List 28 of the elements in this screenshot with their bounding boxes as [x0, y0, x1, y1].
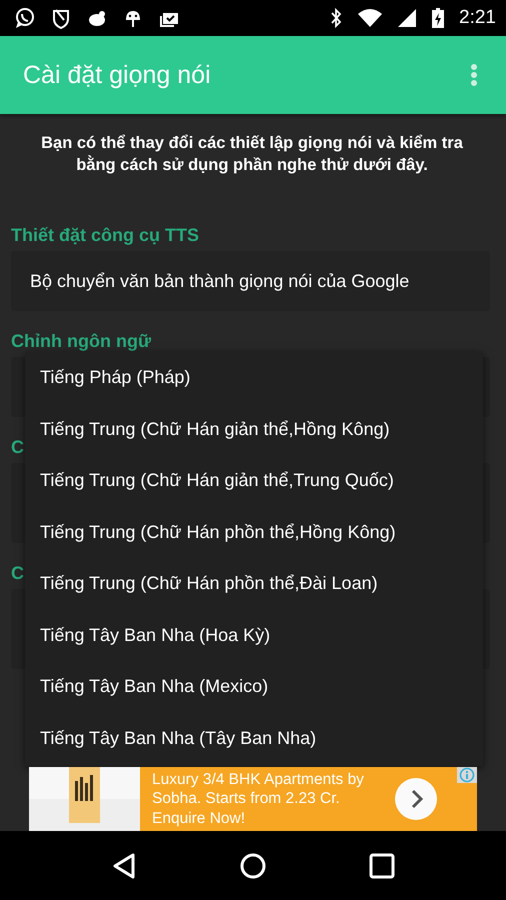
chat-bubble-icon	[14, 7, 36, 29]
section-heading: Chỉnh ngôn ngữ	[11, 331, 151, 353]
menu-item[interactable]: Tiếng Trung (Chữ Hán phồn thể,Đài Loan)	[25, 558, 483, 610]
ad-text: Luxury 3/4 BHK Apartments by Sobha. Starts from 2.23 Cr. Enquire Now!	[152, 770, 365, 828]
menu-item[interactable]: Tiếng Tây Ban Nha (Tây Ban Nha)	[25, 712, 483, 764]
section-heading: Thiết đặt công cụ TTS	[11, 225, 199, 247]
back-icon[interactable]	[111, 852, 137, 880]
home-icon[interactable]	[239, 852, 267, 880]
app-title: Cài đặt giọng nói	[23, 60, 211, 90]
setting-card[interactable]: Bộ chuyển văn bản thành giọng nói của Google	[11, 251, 490, 311]
menu-item[interactable]: Tiếng Tây Ban Nha (Mexico)	[25, 661, 483, 712]
menu-item[interactable]: Tiếng Pháp (Pháp)	[25, 352, 483, 404]
menu-item[interactable]: Tiếng Trung (Chữ Hán giản thể,Trung Quốc)	[25, 455, 483, 506]
shield-icon	[50, 7, 72, 29]
battery-icon	[431, 7, 446, 29]
recents-icon[interactable]	[369, 852, 395, 878]
signal-icon	[397, 7, 418, 29]
setting-value: Bộ chuyển văn bản thành giọng nói của Google	[30, 270, 410, 292]
section-heading: C	[11, 563, 24, 585]
bluetooth-icon	[329, 7, 344, 29]
menu-item[interactable]: Tiếng Tây Ban Nha (Hoa Kỳ)	[25, 610, 483, 661]
wifi-icon	[357, 7, 384, 29]
chevron-right-button-icon[interactable]	[395, 778, 437, 820]
menu-item[interactable]: Tiếng Trung (Chữ Hán giản thể,Hồng Kông)	[25, 404, 483, 455]
section-heading: C	[11, 437, 24, 459]
intro-text: Bạn có thể thay đổi các thiết lập giọng nói và kiểm tra bằng cách sử dụng phần nghe thử dưới đây.	[40, 133, 464, 176]
status-time: 2:21	[459, 7, 496, 29]
menu-item[interactable]: Tiếng Trung (Chữ Hán phồn thể,Hồng Kông)	[25, 506, 483, 558]
